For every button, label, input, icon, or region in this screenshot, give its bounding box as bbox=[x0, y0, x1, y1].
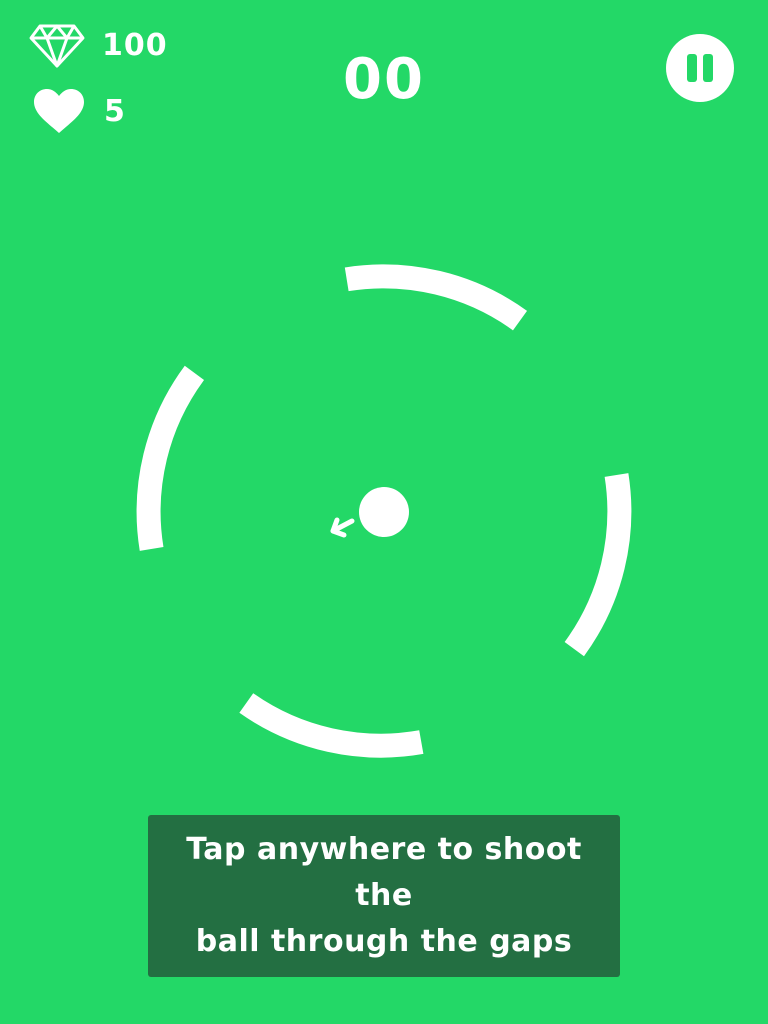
tutorial-text: Tap anywhere to shoot the ball through t… bbox=[148, 827, 620, 965]
pause-button[interactable] bbox=[666, 34, 734, 102]
arrow-left-icon bbox=[330, 517, 355, 538]
ring-segment bbox=[239, 693, 424, 758]
ring-segment bbox=[564, 473, 632, 657]
ball bbox=[359, 487, 409, 537]
ring-segment bbox=[136, 365, 205, 551]
tutorial-panel: Tap anywhere to shoot the ball through t… bbox=[148, 815, 620, 977]
score: 00 bbox=[343, 47, 425, 112]
tutorial-line-2: ball through the gaps bbox=[195, 924, 573, 959]
ring-segment bbox=[344, 264, 528, 331]
pause-icon bbox=[687, 54, 697, 82]
tutorial-line-1: Tap anywhere to shoot the bbox=[186, 832, 582, 913]
pause-icon-bar bbox=[703, 54, 713, 82]
